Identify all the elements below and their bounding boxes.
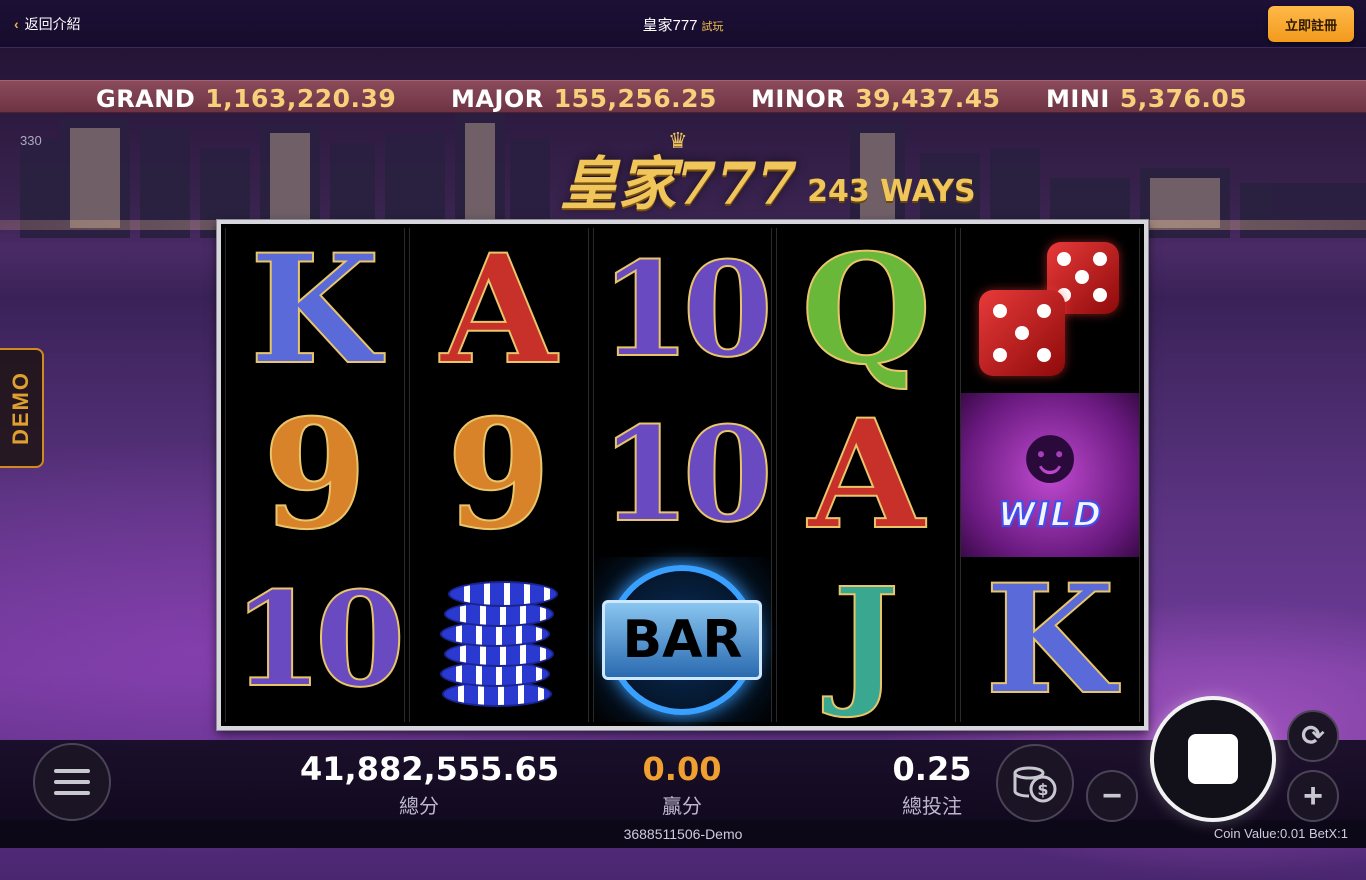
symbol-10: 10 (231, 562, 406, 716)
game-logo: 皇家777 243 WAYS (560, 143, 976, 213)
bar-plate: BAR (602, 599, 763, 680)
trial-badge: 試玩 (701, 21, 724, 33)
win-display: 0.00 贏分 (612, 750, 752, 819)
reel-grid[interactable]: K 9 10 A 9 10 10 BAR Q A J ☻ WILD K (217, 220, 1148, 730)
symbol-k: K (249, 222, 381, 399)
minus-icon: − (1102, 777, 1122, 815)
jackpot-value: 39,437.45 (855, 84, 1001, 113)
coin-value-info: Coin Value:0.01 BetX:1 (1213, 826, 1348, 841)
spin-stop-button[interactable] (1150, 696, 1276, 822)
balance-value: 41,882,555.65 (300, 750, 560, 788)
symbol-cell: 10 (594, 393, 774, 558)
symbol-wild: ☻ WILD (961, 392, 1139, 558)
total-bet-label: 總投注 (902, 796, 962, 818)
symbol-a: A (807, 387, 925, 563)
jackpot-value: 5,376.05 (1119, 84, 1248, 113)
session-id: 3688511506-Demo (623, 826, 743, 842)
wild-label: WILD (997, 494, 1103, 536)
refresh-icon: ⟳ (1301, 720, 1325, 751)
reel-3: 10 10 BAR (592, 228, 774, 723)
bar-label: BAR (622, 609, 743, 670)
plus-icon: + (1303, 777, 1323, 815)
symbol-9: 9 (262, 387, 368, 563)
balance-display: 41,882,555.65 總分 (300, 750, 560, 819)
symbol-9: 9 (445, 387, 551, 563)
menu-button[interactable] (33, 743, 111, 821)
symbol-cell: K (226, 228, 404, 393)
jester-icon: ☻ (1007, 410, 1093, 499)
jackpot-mini: MINI 5,376.05 (1046, 84, 1247, 113)
reel-4: Q A J (776, 228, 957, 722)
jackpot-label: MINOR (751, 85, 846, 113)
symbol-cell: 10 (226, 557, 406, 722)
jackpot-minor: MINOR 39,437.45 (751, 84, 1001, 113)
symbol-q: Q (800, 222, 933, 399)
symbol-cell: K (961, 557, 1139, 722)
total-bet-display: 0.25 總投注 (870, 750, 994, 819)
reel-2: A 9 (408, 228, 589, 722)
svg-text:$: $ (1037, 780, 1048, 799)
reel-1: K 9 10 (225, 228, 406, 722)
symbol-dice-icon (961, 228, 1139, 393)
jackpot-bar: GRAND 1,163,220.39 MAJOR 155,256.25 MINOR 3… (0, 80, 1366, 113)
demo-tab-label: DEMO (8, 371, 33, 445)
jackpot-label: MINI (1046, 85, 1110, 113)
symbol-k: K (984, 551, 1116, 728)
jackpot-value: 1,163,220.39 (205, 84, 397, 113)
demo-tab[interactable]: DEMO (0, 348, 44, 468)
jackpot-major: MAJOR 155,256.25 (451, 84, 717, 113)
autoplay-button[interactable]: ⟳ (1287, 710, 1339, 762)
symbol-bar: BAR (593, 557, 772, 723)
stop-square-icon (1188, 734, 1238, 784)
symbol-cell: 9 (226, 393, 404, 558)
increase-bet-button[interactable]: + (1287, 770, 1339, 822)
symbol-chips-icon (410, 557, 588, 722)
top-bar: ‹ 返回介紹 皇家777 試玩 立即註冊 (0, 0, 1366, 48)
hamburger-icon (54, 769, 90, 773)
symbol-cell: A (410, 228, 588, 393)
symbol-10: 10 (599, 233, 774, 387)
reel-5: ☻ WILD K (960, 228, 1140, 722)
game-title: 皇家777 (642, 17, 698, 34)
register-button[interactable]: 立即註冊 (1268, 6, 1354, 42)
symbol-10: 10 (599, 398, 774, 551)
decrease-bet-button[interactable]: − (1086, 770, 1138, 822)
fps-readout: 330 (20, 133, 42, 148)
coin-stack-icon: $ (1013, 766, 1057, 803)
symbol-cell: 9 (410, 393, 588, 558)
logo-ways: 243 WAYS (807, 174, 976, 209)
symbol-j: J (832, 557, 900, 722)
symbol-cell: Q (777, 228, 955, 393)
symbol-cell: J (777, 557, 955, 722)
symbol-a: A (439, 222, 557, 399)
win-value: 0.00 (642, 750, 722, 788)
win-label: 贏分 (662, 796, 702, 818)
logo-title: 皇家777 (560, 150, 798, 218)
total-bet-value: 0.25 (892, 750, 972, 788)
jackpot-value: 155,256.25 (553, 84, 717, 113)
symbol-cell: A (777, 393, 955, 558)
jackpot-label: MAJOR (451, 85, 544, 113)
symbol-cell: 10 (594, 228, 774, 393)
jackpot-grand: GRAND 1,163,220.39 (96, 84, 396, 113)
balance-label: 總分 (399, 796, 439, 818)
jackpot-label: GRAND (96, 85, 196, 113)
bet-settings-button[interactable]: $ (996, 744, 1074, 822)
page-title: 皇家777 試玩 (0, 14, 1366, 35)
